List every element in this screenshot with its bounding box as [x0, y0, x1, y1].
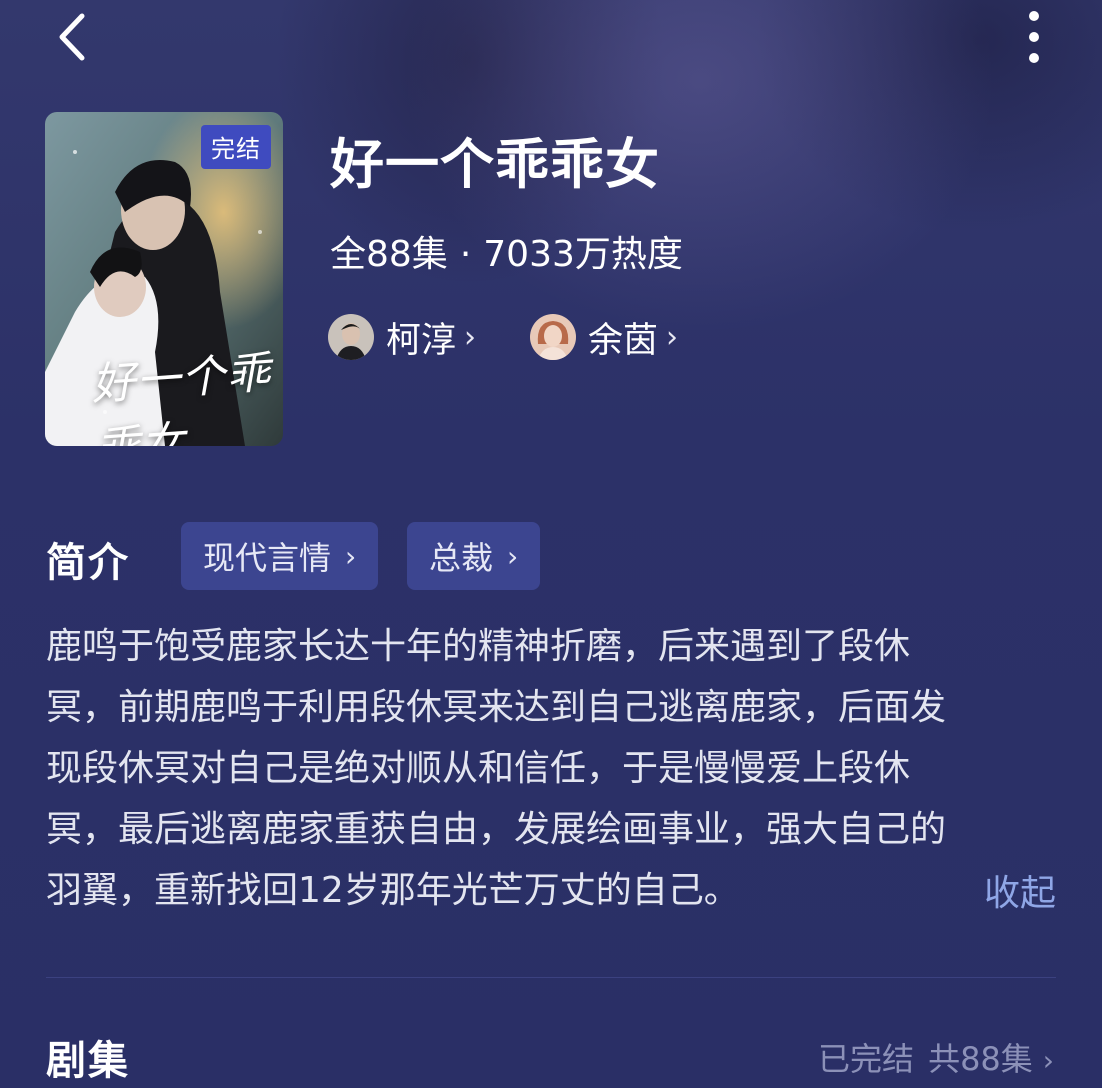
drama-meta: 全88集 · 7033万热度 — [330, 225, 683, 277]
tag-label: 现代言情 — [203, 539, 332, 577]
cast-member-name: 余茵 — [588, 320, 659, 361]
popularity: 7033万热度 — [483, 234, 683, 275]
cast-member-2[interactable]: 余茵 › — [530, 312, 678, 362]
section-divider — [46, 977, 1056, 978]
cast-member-name: 柯淳 — [386, 320, 457, 361]
chevron-right-icon: › — [464, 319, 477, 355]
avatar — [328, 314, 374, 360]
tag-label: 总裁 — [429, 539, 494, 577]
chevron-left-icon — [59, 13, 85, 61]
avatar — [530, 314, 576, 360]
genre-tag-ceo[interactable]: 总裁 › — [407, 522, 541, 590]
completed-badge: 完结 — [201, 125, 271, 169]
back-button[interactable] — [48, 10, 98, 64]
more-options-button[interactable] — [1016, 8, 1052, 66]
synopsis-text: 鹿鸣于饱受鹿家长达十年的精神折磨，后来遇到了段休 冥，前期鹿鸣于利用段休冥来达到… — [46, 616, 1056, 921]
meta-separator: · — [459, 234, 472, 275]
synopsis-heading: 简介 — [46, 540, 130, 586]
poster-logo-text: 好一个乖乖女 — [89, 347, 273, 446]
total-episodes: 共88集 — [928, 1040, 1033, 1078]
genre-tag-modern-romance[interactable]: 现代言情 › — [181, 522, 379, 590]
synopsis-line: 冥，前期鹿鸣于利用段休冥来达到自己逃离鹿家，后面发 — [46, 687, 947, 728]
drama-poster[interactable]: 好一个乖乖女 完结 — [45, 112, 283, 446]
episodes-heading: 剧集 — [46, 1038, 130, 1084]
synopsis-line: 现段休冥对自己是绝对顺从和信任，于是慢慢爱上段休 — [46, 748, 911, 789]
drama-title: 好一个乖乖女 — [330, 133, 660, 196]
synopsis-line: 鹿鸣于饱受鹿家长达十年的精神折磨，后来遇到了段休 — [46, 626, 911, 667]
chevron-right-icon: › — [666, 319, 679, 355]
chevron-right-icon: › — [345, 539, 357, 573]
episodes-list-link[interactable]: 已完结 共88集 › — [818, 1034, 1054, 1080]
vertical-ellipsis-icon — [1029, 11, 1039, 63]
chevron-right-icon: › — [507, 539, 519, 573]
cast-member-1[interactable]: 柯淳 › — [328, 312, 476, 362]
completion-status: 已完结 — [818, 1040, 915, 1078]
collapse-synopsis-button[interactable]: 收起 — [984, 864, 1056, 916]
episode-count: 全88集 — [330, 234, 448, 275]
synopsis-line: 冥，最后逃离鹿家重获自由，发展绘画事业，强大自己的 — [46, 809, 947, 850]
synopsis-line: 羽翼，重新找回12岁那年光芒万丈的自己。 — [46, 870, 740, 911]
chevron-right-icon: › — [1042, 1044, 1054, 1077]
